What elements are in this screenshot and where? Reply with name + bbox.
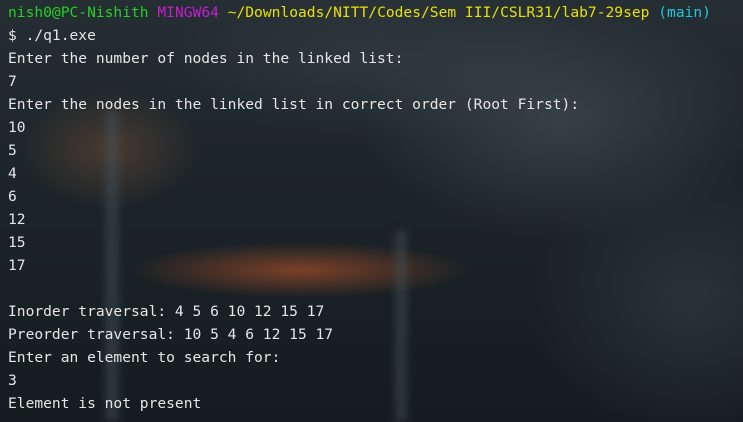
output-line: Enter the nodes in the linked list in co…: [8, 96, 580, 113]
output-line: 12: [8, 211, 26, 228]
output-line: 5: [8, 142, 17, 159]
output-line: 7: [8, 73, 17, 90]
prompt-line: nish0@PC-Nishith MINGW64 ~/Downloads/NIT…: [8, 1, 743, 24]
user-host: nish0@PC-Nishith: [8, 4, 149, 21]
output-line: 10: [8, 119, 26, 136]
command-line: $ ./q1.exe: [8, 27, 96, 44]
output-line: 17: [8, 257, 26, 274]
terminal-output[interactable]: nish0@PC-Nishith MINGW64 ~/Downloads/NIT…: [8, 1, 743, 415]
output-line: Element is not present: [8, 395, 202, 412]
output-line: Inorder traversal: 4 5 6 10 12 15 17: [8, 303, 325, 320]
output-line: 15: [8, 234, 26, 251]
working-path: ~/Downloads/NITT/Codes/Sem III/CSLR31/la…: [227, 4, 650, 21]
output-line: 6: [8, 188, 17, 205]
output-line: Preorder traversal: 10 5 4 6 12 15 17: [8, 326, 334, 343]
git-branch: (main): [658, 4, 711, 21]
env-name: MINGW64: [157, 4, 219, 21]
output-line: Enter an element to search for:: [8, 349, 281, 366]
output-line: 4: [8, 165, 17, 182]
output-line: 3: [8, 372, 17, 389]
output-line: Enter the number of nodes in the linked …: [8, 50, 404, 67]
